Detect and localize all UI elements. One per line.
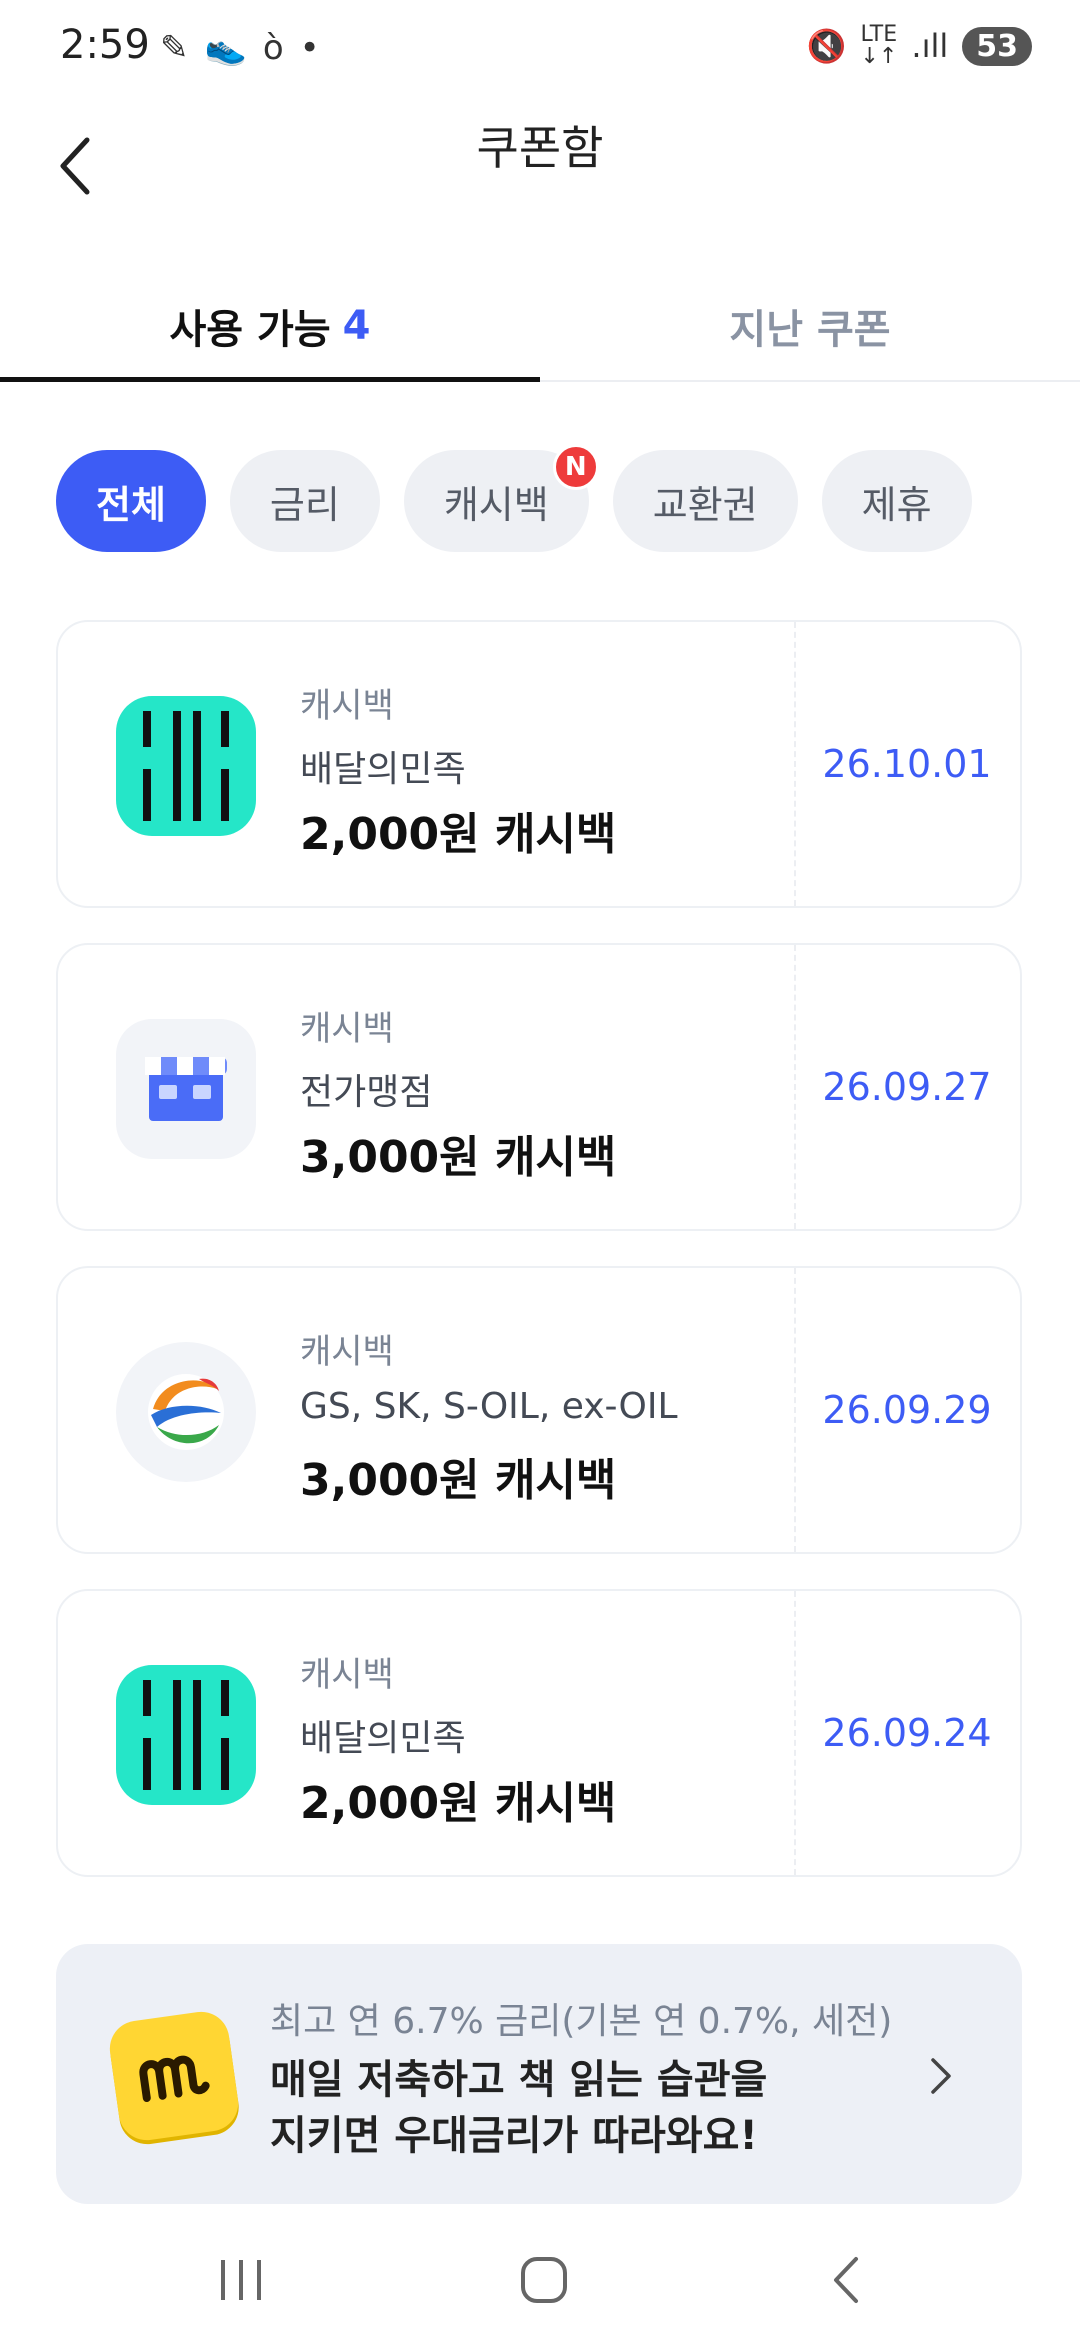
coupon-expiry-date: 26.09.29 [822,1388,992,1432]
tab-active-indicator [0,377,540,382]
coupon-card[interactable]: 캐시백 GS, SK, S-OIL, ex-OIL 3,000원 캐시백 26.… [56,1266,1022,1554]
promo-headline-line: 지키면 우대금리가 따라와요! [270,2113,758,2159]
page-title: 쿠폰함 [476,121,604,175]
system-icons: 🔇 LTE ↓↑ .ıll 53 [807,24,1032,68]
recent-apps-button[interactable] [182,2240,302,2320]
baemin-logo-icon [116,1665,256,1805]
filter-chip-label: 캐시백 [443,482,549,527]
filter-chip-cashback[interactable]: 캐시백 N [403,444,599,552]
status-time: 2:59 [60,22,150,68]
coupon-card[interactable]: 캐시백 배달의민족 2,000원 캐시백 26.10.01 [56,620,1022,908]
filter-chip-label: 금리 [269,482,340,527]
notification-icon: ò [262,28,284,68]
coupon-amount: 2,000원 캐시백 [300,809,617,860]
tab-available-count: 4 [342,303,371,349]
signal-icon: .ıll [911,27,949,65]
coupon-card[interactable]: 캐시백 전가맹점 3,000원 캐시백 26.09.27 [56,943,1022,1231]
dot-icon: • [299,28,320,68]
promo-banner[interactable]: 최고 연 6.7% 금리(기본 연 0.7%, 세전) 매일 저축하고 책 읽는… [56,1944,1022,2204]
coupon-card[interactable]: 캐시백 배달의민족 2,000원 캐시백 26.09.24 [56,1589,1022,1877]
coupon-expiry-date: 26.09.27 [822,1065,992,1109]
promo-headline: 매일 저축하고 책 읽는 습관을 지키면 우대금리가 따라와요! [270,2052,910,2164]
chevron-right-icon [916,2046,966,2106]
notification-icons: ✎ 👟 ò • [160,28,320,68]
coupon-type: 캐시백 [300,1009,394,1049]
shoe-icon: 👟 [204,28,247,68]
lte-icon: LTE ↓↑ [860,22,898,69]
filter-chip-label: 전체 [96,482,166,527]
promo-headline-line: 매일 저축하고 책 읽는 습관을 [270,2057,768,2103]
coupon-merchant: 전가맹점 [300,1072,433,1113]
tab-available[interactable]: 사용 가능 4 [0,270,540,382]
home-button[interactable] [484,2240,604,2320]
filter-chip-all[interactable]: 전체 [56,450,206,552]
filter-chip-interest[interactable]: 금리 [229,450,380,552]
coupon-type: 캐시백 [300,1655,394,1695]
store-icon [116,1019,256,1159]
filter-chip-partner[interactable]: 제휴 [821,450,972,552]
coupon-amount: 3,000원 캐시백 [300,1132,617,1183]
coupon-expiry-date: 26.10.01 [822,742,992,786]
promo-subtitle: 최고 연 6.7% 금리(기본 연 0.7%, 세전) [270,2001,893,2042]
coupon-amount: 2,000원 캐시백 [300,1778,617,1829]
filter-chip-label: 교환권 [652,482,758,527]
oil-station-icon [116,1342,256,1482]
coupon-merchant: GS, SK, S-OIL, ex-OIL [300,1386,678,1427]
coupon-type: 캐시백 [300,686,394,726]
coupon-amount: 3,000원 캐시백 [300,1455,617,1506]
savings-app-logo-icon [106,2008,242,2144]
coupon-tabs: 사용 가능 4 지난 쿠폰 [0,270,1080,382]
new-badge: N [552,444,599,490]
system-back-button[interactable] [786,2240,906,2320]
battery-icon: 53 [962,26,1032,66]
chevron-left-icon [834,2257,858,2303]
tab-past-label: 지난 쿠폰 [729,307,891,353]
tab-past[interactable]: 지난 쿠폰 [540,270,1080,382]
filter-chip-label: 제휴 [861,482,932,527]
tab-available-label: 사용 가능 [169,307,331,353]
coupon-merchant: 배달의민족 [300,1718,466,1759]
status-bar: 2:59 ✎ 👟 ò • 🔇 LTE ↓↑ .ıll 53 [0,0,1080,96]
notification-icon: ✎ [160,28,189,68]
coupon-expiry-date: 26.09.24 [822,1711,992,1755]
coupon-type: 캐시백 [300,1332,394,1372]
filter-chips: 전체 금리 캐시백 N 교환권 제휴 [56,444,972,552]
baemin-logo-icon [116,696,256,836]
system-nav-bar [0,2220,1080,2340]
recent-apps-icon [221,2260,261,2300]
coupon-merchant: 배달의민족 [300,749,466,790]
filter-chip-voucher[interactable]: 교환권 [612,450,798,552]
mute-icon: 🔇 [806,27,847,65]
app-header: 쿠폰함 [0,96,1080,236]
home-icon [521,2257,567,2303]
